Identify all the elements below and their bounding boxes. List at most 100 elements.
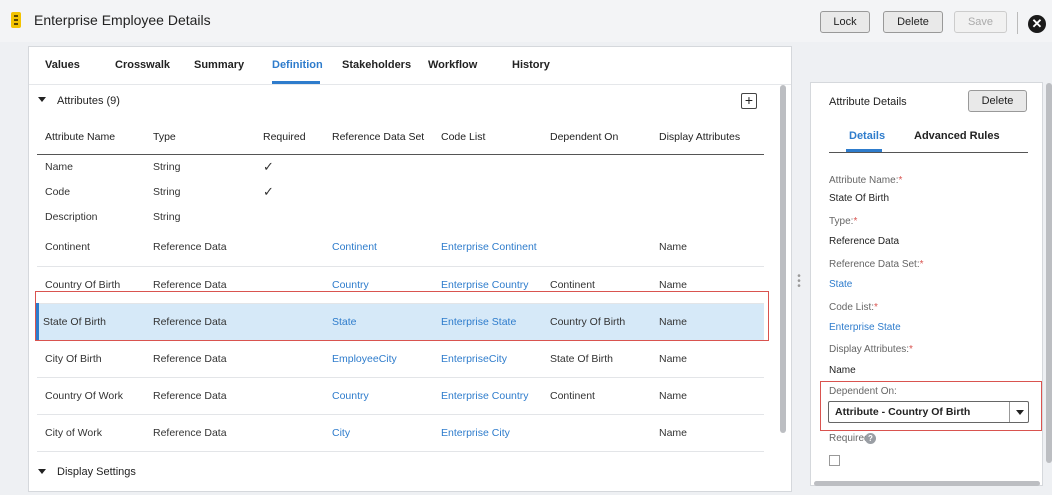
cell-attribute-name: Description <box>45 210 98 223</box>
cell-attribute-name: State Of Birth <box>35 303 145 341</box>
required-checkbox[interactable] <box>829 455 840 466</box>
reference-data-set-label: Reference Data Set:* <box>829 259 924 270</box>
cell-type: String <box>153 160 181 173</box>
cell-dependent-on: Continent <box>542 266 651 304</box>
column-header[interactable]: Required <box>255 120 324 155</box>
tabs-divider <box>29 84 791 85</box>
column-header[interactable]: Code List <box>433 120 542 155</box>
cell-type: String <box>153 185 181 198</box>
delete-button[interactable]: Delete <box>883 11 943 33</box>
code-list-link[interactable]: Enterprise State <box>829 322 901 333</box>
cell-type: Reference Data <box>145 303 255 341</box>
tab-history[interactable]: History <box>512 59 550 71</box>
details-panel-title: Attribute Details <box>829 96 907 108</box>
code-list-link[interactable]: Enterprise City <box>441 427 510 439</box>
code-list-link[interactable]: EnterpriseCity <box>441 353 507 365</box>
reference-data-set-link[interactable]: State <box>332 316 357 328</box>
attribute-name-value: State Of Birth <box>829 193 890 204</box>
column-header[interactable]: Dependent On <box>542 120 651 155</box>
table-row[interactable]: Country Of Work Reference Data Country E… <box>37 377 764 415</box>
code-list-link[interactable]: Enterprise Continent <box>441 241 537 253</box>
code-list-link[interactable]: Enterprise State <box>441 316 516 328</box>
cell-attribute-name: City of Work <box>37 414 145 452</box>
tab-advanced-rules[interactable]: Advanced Rules <box>914 130 1000 142</box>
reference-data-set-link[interactable]: City <box>332 427 350 439</box>
reference-data-set-link[interactable]: State <box>829 279 852 290</box>
cell-dependent-on <box>542 229 651 267</box>
tab-summary[interactable]: Summary <box>194 59 244 71</box>
panel-resize-handle[interactable]: • • • <box>797 272 801 292</box>
lock-button[interactable]: Lock <box>820 11 870 33</box>
tab-crosswalk[interactable]: Crosswalk <box>115 59 170 71</box>
table-row[interactable]: Country Of Birth Reference Data Country … <box>37 266 764 304</box>
cell-dependent-on: Country Of Birth <box>542 303 651 341</box>
table-row[interactable]: City Of Birth Reference Data EmployeeCit… <box>37 340 764 378</box>
tab-workflow[interactable]: Workflow <box>428 59 477 71</box>
table-scrollbar[interactable] <box>780 85 786 433</box>
table-row-selected[interactable]: State Of Birth Reference Data State Ente… <box>35 303 764 341</box>
tab-definition[interactable]: Definition <box>272 59 323 71</box>
attributes-table: Attribute Name Type Required Reference D… <box>35 120 764 452</box>
help-icon[interactable]: ? <box>865 433 876 444</box>
cell-attribute-name: Code <box>45 185 71 198</box>
cell-type: Reference Data <box>145 229 255 267</box>
add-attribute-button[interactable]: + <box>741 93 757 109</box>
column-header[interactable]: Attribute Name <box>37 120 145 155</box>
cell-attribute-name: City Of Birth <box>37 340 145 378</box>
save-button[interactable]: Save <box>954 11 1007 33</box>
collapse-caret-icon[interactable] <box>38 469 46 474</box>
dependent-on-select[interactable]: Attribute - Country Of Birth <box>828 401 1029 423</box>
cell-type: Reference Data <box>145 266 255 304</box>
details-scrollbar[interactable] <box>1046 83 1052 463</box>
display-settings-title[interactable]: Display Settings <box>57 466 136 478</box>
attributes-section-title[interactable]: Attributes (9) <box>57 95 120 107</box>
page-title: Enterprise Employee Details <box>34 12 211 28</box>
table-header-row: Attribute Name Type Required Reference D… <box>37 120 764 155</box>
type-value: Reference Data <box>829 236 900 247</box>
cell-attribute-name: Country Of Birth <box>37 266 145 304</box>
type-label: Type:* <box>829 216 858 227</box>
tab-details[interactable]: Details <box>849 130 885 142</box>
dependent-on-label: Dependent On: <box>829 386 897 397</box>
reference-data-set-link[interactable]: EmployeeCity <box>332 353 397 365</box>
dropdown-arrow-icon[interactable] <box>1009 402 1028 422</box>
reference-data-set-link[interactable]: Country <box>332 279 369 291</box>
column-header[interactable]: Type <box>145 120 255 155</box>
cell-dependent-on: Continent <box>542 377 651 415</box>
cell-display-attributes: Name <box>651 414 764 452</box>
code-list-link[interactable]: Enterprise Country <box>441 279 529 291</box>
cell-type: String <box>153 210 181 223</box>
details-horizontal-scrollbar[interactable] <box>814 481 1040 486</box>
collapse-caret-icon[interactable] <box>38 97 46 102</box>
details-tabs-divider <box>829 152 1028 153</box>
close-icon[interactable]: ✕ <box>1028 15 1046 33</box>
table-row[interactable]: Description String <box>37 204 764 229</box>
cell-type: Reference Data <box>145 340 255 378</box>
attribute-details-panel: Attribute Details Delete Details Advance… <box>810 82 1052 486</box>
definition-panel: Values Crosswalk Summary Definition Stak… <box>28 46 792 492</box>
cell-type: Reference Data <box>145 414 255 452</box>
cell-attribute-name: Name <box>45 160 74 173</box>
table-row[interactable]: Continent Reference Data Continent Enter… <box>37 229 764 267</box>
tab-values[interactable]: Values <box>45 59 80 71</box>
display-attributes-value: Name <box>829 365 856 376</box>
checkmark-icon: ✓ <box>263 158 274 174</box>
table-row[interactable]: Code String ✓ <box>37 179 764 204</box>
tab-stakeholders[interactable]: Stakeholders <box>342 59 411 71</box>
column-header[interactable]: Reference Data Set <box>324 120 433 155</box>
table-row[interactable]: City of Work Reference Data City Enterpr… <box>37 414 764 452</box>
checkmark-icon: ✓ <box>263 183 274 199</box>
table-row[interactable]: Name String ✓ <box>37 154 764 179</box>
code-list-label: Code List:* <box>829 302 878 313</box>
cell-dependent-on: State Of Birth <box>542 340 651 378</box>
code-list-link[interactable]: Enterprise Country <box>441 390 529 402</box>
top-bar: Enterprise Employee Details Lock Delete … <box>0 0 1052 42</box>
cell-display-attributes: Name <box>651 229 764 267</box>
reference-data-set-link[interactable]: Continent <box>332 241 377 253</box>
column-header[interactable]: Display Attributes <box>651 120 764 155</box>
display-attributes-label: Display Attributes:* <box>829 344 913 355</box>
cell-attribute-name: Country Of Work <box>37 377 145 415</box>
reference-data-set-link[interactable]: Country <box>332 390 369 402</box>
cell-type: Reference Data <box>145 377 255 415</box>
delete-attribute-button[interactable]: Delete <box>968 90 1027 112</box>
